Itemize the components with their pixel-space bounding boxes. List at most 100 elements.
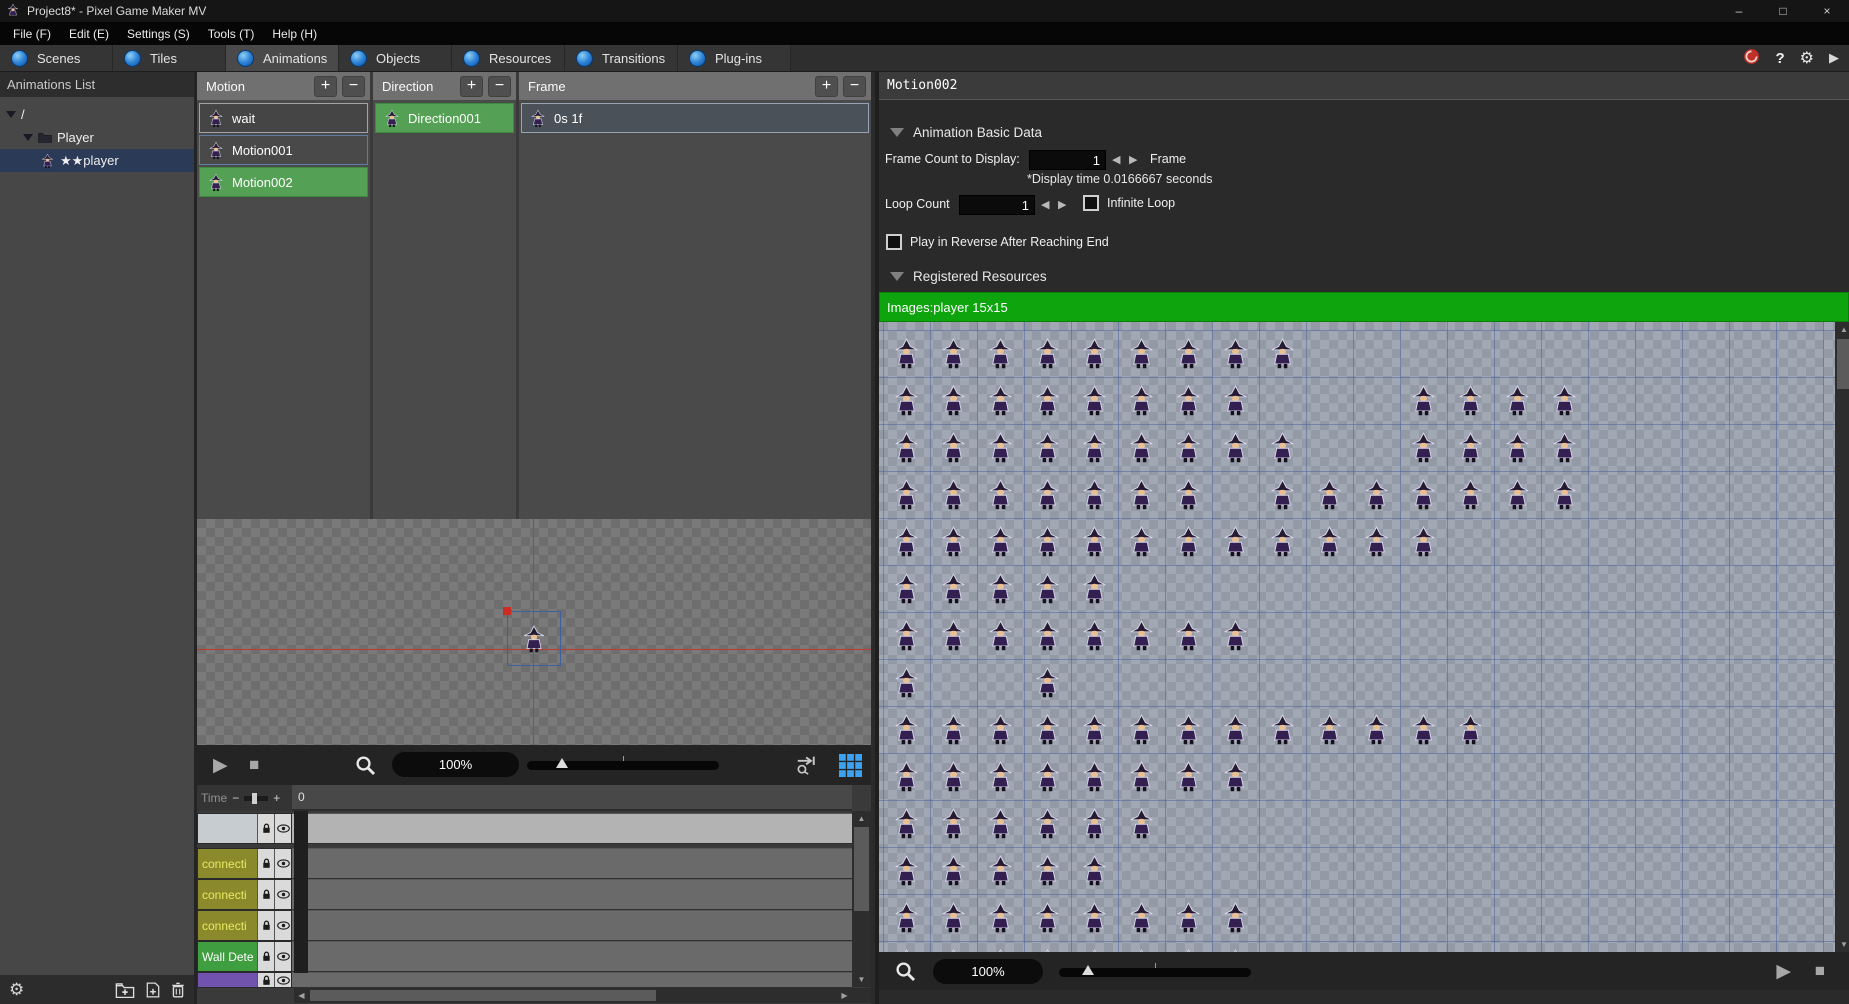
- sprite-cell[interactable]: [1400, 471, 1447, 518]
- sprite-cell[interactable]: [930, 941, 977, 952]
- sprite-cell[interactable]: [1118, 424, 1165, 471]
- frame-count-decrement-icon[interactable]: ◀: [1112, 153, 1120, 166]
- sprite-cell[interactable]: [1165, 518, 1212, 565]
- tab-tiles[interactable]: Tiles: [113, 45, 226, 71]
- sprite-cell[interactable]: [1118, 471, 1165, 518]
- sprite-cell[interactable]: [1071, 753, 1118, 800]
- eye-icon[interactable]: [274, 849, 291, 878]
- sprite-cell[interactable]: [1071, 377, 1118, 424]
- menu-settings[interactable]: Settings (S): [118, 27, 199, 41]
- sprite-cell[interactable]: [1118, 612, 1165, 659]
- infinite-loop-checkbox[interactable]: [1083, 195, 1099, 211]
- sprite-cell[interactable]: [883, 518, 930, 565]
- remove-frame-button[interactable]: −: [843, 76, 866, 97]
- sprite-cell[interactable]: [883, 847, 930, 894]
- sprite-cell[interactable]: [1306, 471, 1353, 518]
- sprite-cell[interactable]: [883, 941, 930, 952]
- sprite-cell[interactable]: [1024, 565, 1071, 612]
- sprite-cell[interactable]: [1024, 800, 1071, 847]
- sprite-cell[interactable]: [1259, 706, 1306, 753]
- preview-zoom-slider[interactable]: [527, 754, 719, 776]
- sprite-cell[interactable]: [1165, 330, 1212, 377]
- maximize-button[interactable]: □: [1761, 0, 1805, 22]
- timeline-zoom-in-icon[interactable]: +: [273, 791, 280, 805]
- menu-tools[interactable]: Tools (T): [199, 27, 264, 41]
- sprite-cell[interactable]: [930, 424, 977, 471]
- sprite-cell[interactable]: [1212, 424, 1259, 471]
- sprite-selection-box[interactable]: [507, 611, 561, 666]
- sprite-cell[interactable]: [1165, 471, 1212, 518]
- sprite-cell[interactable]: [883, 612, 930, 659]
- sprite-cell[interactable]: [1118, 518, 1165, 565]
- timeline-zoom-slider[interactable]: [244, 796, 268, 801]
- sprite-cell[interactable]: [1494, 471, 1541, 518]
- sprite-cell[interactable]: [883, 706, 930, 753]
- zoom-slider-thumb[interactable]: [1082, 965, 1094, 975]
- sprite-cell[interactable]: [1118, 377, 1165, 424]
- timeline-zoom-out-icon[interactable]: −: [232, 791, 239, 805]
- sprite-cell[interactable]: [930, 800, 977, 847]
- sprite-cell[interactable]: [1118, 941, 1165, 952]
- current-frame-indicator[interactable]: [294, 811, 308, 973]
- sprite-cell[interactable]: [977, 941, 1024, 952]
- sprite-cell[interactable]: [1259, 330, 1306, 377]
- add-direction-button[interactable]: +: [460, 76, 483, 97]
- sprite-cell[interactable]: [1024, 612, 1071, 659]
- sprite-cell[interactable]: [1494, 377, 1541, 424]
- scroll-up-icon[interactable]: ▲: [1835, 322, 1849, 337]
- sprite-cell[interactable]: [1353, 518, 1400, 565]
- track-content[interactable]: [292, 941, 852, 972]
- reverse-play-checkbox[interactable]: [886, 234, 902, 250]
- animation-preview-canvas[interactable]: [197, 519, 871, 745]
- sprite-cell[interactable]: [1071, 847, 1118, 894]
- sheet-stop-button[interactable]: ■: [1815, 952, 1825, 990]
- canvas-sprite[interactable]: [520, 624, 548, 654]
- sprite-cell[interactable]: [1212, 518, 1259, 565]
- eye-icon[interactable]: [274, 814, 291, 843]
- sprite-cell[interactable]: [1071, 518, 1118, 565]
- sprite-cell[interactable]: [1024, 753, 1071, 800]
- sprite-cell[interactable]: [883, 753, 930, 800]
- sprite-cell[interactable]: [930, 612, 977, 659]
- sprite-cell[interactable]: [977, 330, 1024, 377]
- sprite-cell[interactable]: [1259, 471, 1306, 518]
- sprite-cell[interactable]: [883, 471, 930, 518]
- sprite-cell[interactable]: [930, 471, 977, 518]
- sprite-cell[interactable]: [1071, 330, 1118, 377]
- sprite-cell[interactable]: [977, 753, 1024, 800]
- sprite-cell[interactable]: [1212, 753, 1259, 800]
- expander-icon[interactable]: [6, 111, 16, 118]
- sprite-cell[interactable]: [977, 894, 1024, 941]
- sprite-cell[interactable]: [1400, 706, 1447, 753]
- sprite-cell[interactable]: [1118, 894, 1165, 941]
- scroll-right-icon[interactable]: ▶: [837, 988, 852, 1003]
- sprite-cell[interactable]: [930, 894, 977, 941]
- grid-toggle-icon[interactable]: [839, 745, 862, 785]
- sprite-cell[interactable]: [1024, 518, 1071, 565]
- sprite-cell[interactable]: [1447, 471, 1494, 518]
- sprite-cell[interactable]: [1118, 706, 1165, 753]
- menu-file[interactable]: File (F): [4, 27, 60, 41]
- sprite-cell[interactable]: [1353, 471, 1400, 518]
- timeline-vertical-scrollbar[interactable]: ▲ ▼: [852, 811, 871, 987]
- eye-icon[interactable]: [274, 942, 291, 971]
- remove-direction-button[interactable]: −: [488, 76, 511, 97]
- frame-item-0s-1f[interactable]: 0s 1f: [521, 103, 869, 133]
- scroll-left-icon[interactable]: ◀: [294, 988, 309, 1003]
- list-settings-gear-icon[interactable]: ⚙: [9, 980, 24, 1000]
- sheet-vertical-scrollbar[interactable]: ▲ ▼: [1835, 322, 1849, 952]
- sprite-cell[interactable]: [883, 424, 930, 471]
- motion-item-motion002[interactable]: Motion002: [199, 167, 368, 197]
- track-content[interactable]: [292, 910, 852, 941]
- sprite-cell[interactable]: [1165, 377, 1212, 424]
- sprite-cell[interactable]: [930, 847, 977, 894]
- sprite-cell[interactable]: [1353, 706, 1400, 753]
- sprite-cell[interactable]: [1071, 706, 1118, 753]
- frame-count-input[interactable]: 1: [1029, 150, 1106, 170]
- tab-scenes[interactable]: Scenes: [0, 45, 113, 71]
- scroll-up-icon[interactable]: ▲: [852, 811, 871, 826]
- sprite-cell[interactable]: [1071, 565, 1118, 612]
- eye-icon[interactable]: [274, 880, 291, 909]
- sprite-cell[interactable]: [1165, 753, 1212, 800]
- sprite-cell[interactable]: [977, 471, 1024, 518]
